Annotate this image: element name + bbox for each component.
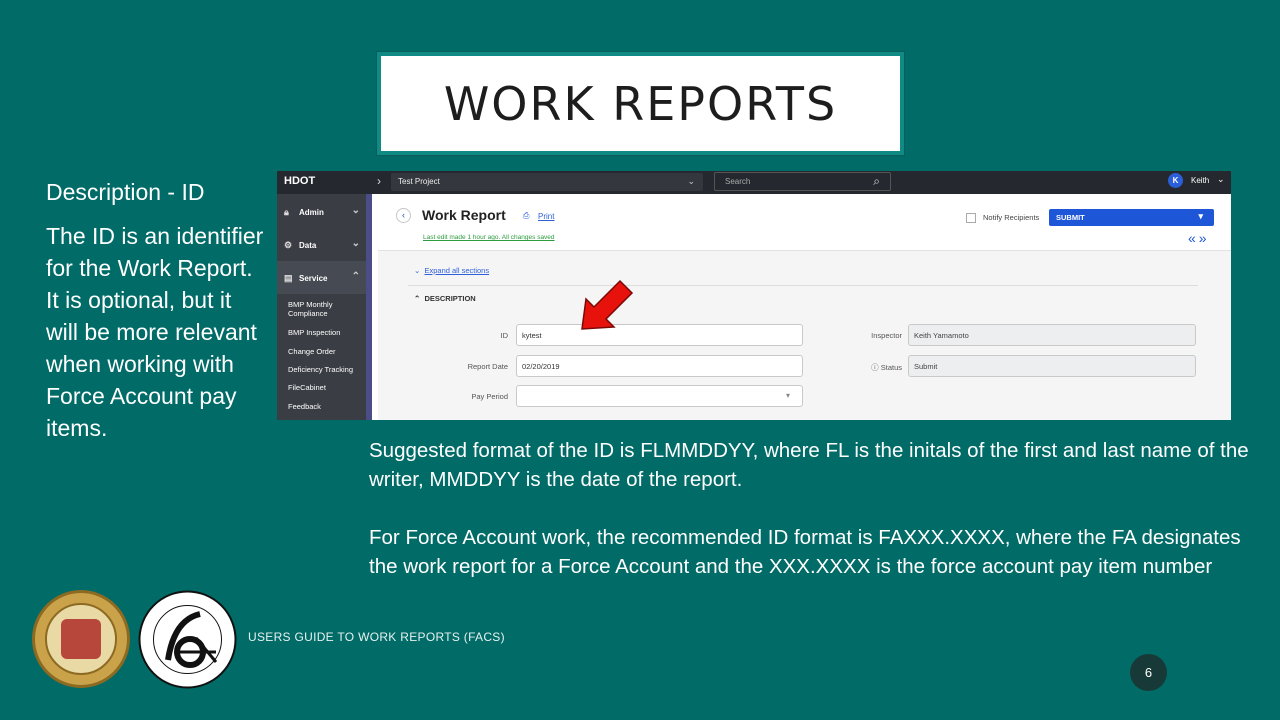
user-menu-chevron-icon[interactable]: ⌄ — [1217, 174, 1225, 185]
id-field[interactable]: kytest — [516, 324, 803, 346]
app-screenshot: HDOT › Test Project ⌄ Search ⌕ K Keith ⌄… — [277, 171, 1231, 420]
red-arrow-icon — [581, 279, 634, 330]
report-date-field[interactable]: 02/20/2019 — [516, 355, 803, 377]
section-divider — [408, 285, 1198, 286]
brand-label[interactable]: HDOT — [284, 175, 315, 187]
pay-period-label: Pay Period — [471, 392, 508, 401]
chevron-up-icon: ⌃ — [414, 294, 421, 303]
inspector-field: Keith Yamamoto — [908, 324, 1196, 346]
sidebar-item-filecabinet[interactable]: FileCabinet — [288, 383, 362, 392]
submit-button[interactable]: SUBMIT ▾ — [1049, 209, 1214, 226]
gears-icon: ⚙ — [284, 240, 293, 250]
state-seal-logo — [32, 590, 130, 688]
report-date-label: Report Date — [467, 362, 508, 371]
sidebar-accent-strip — [366, 194, 372, 420]
expand-all-sections[interactable]: ⌄ Expand all sections — [414, 266, 489, 275]
sidebar-item-feedback[interactable]: Feedback — [288, 402, 362, 411]
pay-period-select[interactable]: ▾ — [516, 385, 803, 407]
notify-recipients-checkbox[interactable] — [966, 213, 976, 223]
seal-inner-ring — [45, 603, 117, 675]
inspector-value: Keith Yamamoto — [914, 331, 969, 340]
paragraph-id-format: Suggested format of the ID is FLMMDDYY, … — [369, 439, 1249, 491]
sidebar-section-service[interactable]: ▤ Service ⌃ — [277, 261, 366, 294]
print-link[interactable]: Print — [538, 212, 554, 221]
status-field: Submit — [908, 355, 1196, 377]
page-number-badge: 6 — [1130, 654, 1167, 691]
left-description: Description - ID The ID is an identifier… — [46, 176, 266, 444]
sidebar-item-deficiency-tracking[interactable]: Deficiency Tracking — [288, 365, 362, 374]
info-icon: ⓘ — [871, 363, 879, 372]
sidebar-item-change-order[interactable]: Change Order — [288, 347, 362, 356]
inspector-label: Inspector — [871, 331, 902, 340]
status-label-text: Status — [880, 363, 902, 372]
user-name[interactable]: Keith — [1191, 176, 1209, 185]
sidebar-section-label: Service — [299, 274, 328, 283]
expand-all-label: Expand all sections — [424, 266, 490, 275]
left-heading: Description - ID — [46, 179, 205, 205]
sidebar-section-label: Data — [299, 241, 317, 250]
status-value: Submit — [914, 362, 938, 371]
id-value: kytest — [522, 331, 542, 340]
footer-text: USERS GUIDE TO WORK REPORTS (FACS) — [248, 630, 505, 644]
department-of-transportation-logo — [138, 590, 237, 689]
sidebar-section-admin[interactable]: 🔒︎ Admin ⌄ — [277, 195, 366, 228]
submit-label: SUBMIT — [1056, 213, 1085, 222]
project-selector[interactable]: Test Project ⌄ — [391, 173, 703, 191]
last-edit-status[interactable]: Last edit made 1 hour ago. All changes s… — [423, 234, 555, 241]
sidebar-section-label: Admin — [299, 208, 324, 217]
report-date-value: 02/20/2019 — [522, 362, 560, 371]
chevron-down-icon: ⌄ — [351, 238, 360, 249]
left-body: The ID is an identifier for the Work Rep… — [46, 223, 264, 441]
sidebar: 🔒︎ Admin ⌄ ⚙ Data ⌄ ▤ Service ⌃ BMP Mont… — [277, 194, 372, 420]
chevron-down-icon: ⌄ — [414, 266, 421, 275]
top-bar: HDOT › Test Project ⌄ Search ⌕ K Keith ⌄ — [277, 171, 1231, 194]
slide-title-box: WORK REPORTS — [376, 51, 905, 156]
chevron-right-icon: › — [377, 174, 381, 188]
search-input[interactable]: Search ⌕ — [714, 172, 891, 191]
caret-down-icon[interactable]: ▾ — [1198, 211, 1203, 222]
back-button[interactable]: ‹ — [396, 208, 411, 223]
lock-icon: 🔒︎ — [284, 207, 289, 217]
explanation-text: Suggested format of the ID is FLMMDDYY, … — [369, 436, 1249, 581]
search-placeholder: Search — [725, 177, 751, 186]
record-navigation-arrows-icon[interactable]: «» — [1188, 230, 1210, 246]
printer-icon[interactable]: ⎙ — [523, 211, 529, 221]
notify-recipients-label: Notify Recipients — [983, 213, 1040, 222]
sidebar-item-bmp-monthly-compliance[interactable]: BMP Monthly Compliance — [288, 300, 362, 318]
main-content: ‹ Work Report ⎙ Print Last edit made 1 h… — [378, 194, 1231, 420]
id-label: ID — [500, 331, 509, 340]
caret-down-icon: ▾ — [785, 391, 790, 400]
sidebar-item-bmp-inspection[interactable]: BMP Inspection — [288, 328, 362, 337]
chevron-down-icon: ⌄ — [351, 205, 360, 216]
slide-title: WORK REPORTS — [443, 76, 838, 131]
project-name: Test Project — [398, 177, 440, 186]
section-title: DESCRIPTION — [424, 294, 476, 303]
chevron-down-icon: ⌄ — [687, 176, 695, 186]
paragraph-force-account: For Force Account work, the recommended … — [369, 526, 1241, 578]
report-header: ‹ Work Report ⎙ Print Last edit made 1 h… — [378, 194, 1231, 251]
chevron-up-icon: ⌃ — [351, 271, 360, 282]
status-label: ⓘ Status — [812, 362, 902, 373]
search-icon[interactable]: ⌕ — [873, 174, 880, 189]
sidebar-section-data[interactable]: ⚙ Data ⌄ — [277, 228, 366, 261]
avatar[interactable]: K — [1168, 173, 1183, 188]
seal-shield — [61, 619, 101, 659]
description-section-header[interactable]: ⌃ DESCRIPTION — [414, 294, 476, 303]
documents-icon: ▤ — [284, 273, 293, 283]
page-title: Work Report — [422, 207, 506, 223]
